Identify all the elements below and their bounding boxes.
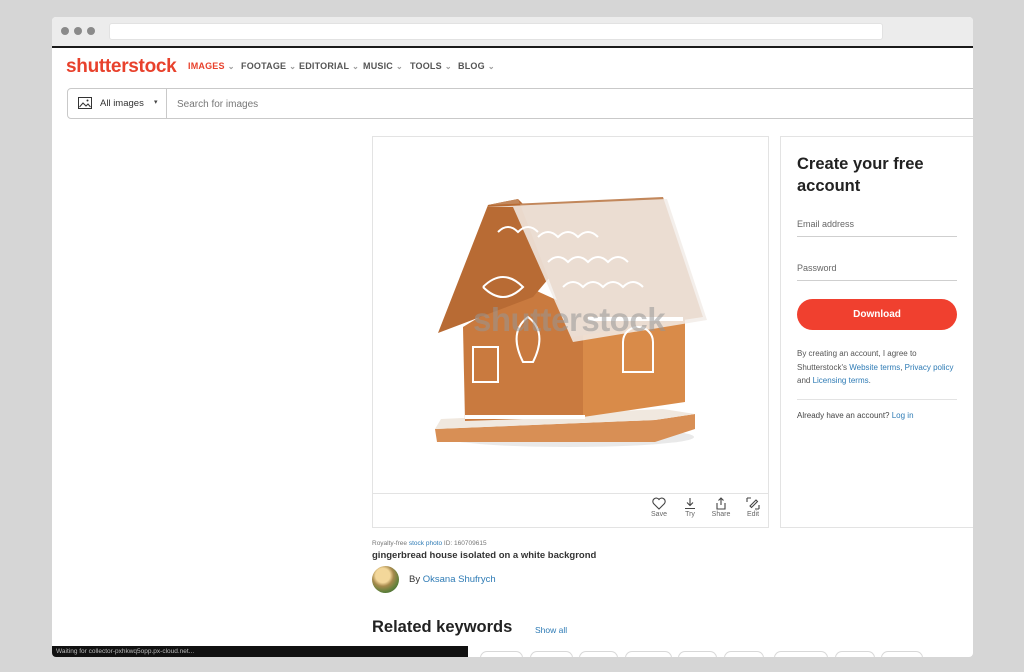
chevron-down-icon: ⌄	[352, 62, 360, 71]
try-label: Try	[685, 511, 695, 518]
search-bar: All images ▾	[67, 88, 973, 119]
show-all-link[interactable]: Show all	[535, 625, 567, 635]
save-button[interactable]: Save	[644, 497, 674, 518]
keyword-chip[interactable]	[724, 651, 764, 657]
image-meta: Royalty-free stock photo ID: 160709615	[372, 540, 487, 547]
share-label: Share	[711, 511, 731, 518]
divider	[797, 399, 957, 400]
signup-panel: Create your free account Email address P…	[780, 136, 973, 528]
author-link[interactable]: Oksana Shufrych	[423, 574, 496, 585]
window-control-maximize[interactable]	[87, 27, 95, 35]
keyword-chip[interactable]	[530, 651, 573, 657]
nav-music[interactable]: MUSIC ⌄	[363, 61, 403, 71]
nav-tools[interactable]: TOOLS ⌄	[410, 61, 452, 71]
login-prompt: Already have an account? Log in	[797, 411, 914, 420]
shutterstock-logo[interactable]: shutterstock	[66, 56, 177, 78]
nav-editorial[interactable]: EDITORIAL ⌄	[299, 61, 359, 71]
keyword-chip[interactable]	[881, 651, 923, 657]
download-button[interactable]: Download	[797, 299, 957, 330]
watermark: shutterstock	[473, 301, 666, 338]
related-keywords-heading: Related keywords	[372, 618, 513, 636]
caret-down-icon: ▾	[154, 98, 158, 106]
browser-window: shutterstock IMAGES ⌄ FOOTAGE ⌄ EDITORIAL ⌄…	[52, 17, 973, 657]
login-link[interactable]: Log in	[892, 411, 914, 420]
signup-title: Create your free account	[797, 155, 924, 195]
search-type-label: All images	[100, 98, 144, 109]
image-preview: shutterstock Save Try Share Edit	[372, 136, 769, 528]
chevron-down-icon: ⌄	[487, 62, 495, 71]
chevron-down-icon: ⌄	[444, 62, 452, 71]
nav-footage[interactable]: FOOTAGE ⌄	[241, 61, 296, 71]
chevron-down-icon: ⌄	[227, 62, 235, 71]
nav-blog[interactable]: BLOG ⌄	[458, 61, 495, 71]
terms-text: By creating an account, I agree to Shutt…	[797, 349, 954, 385]
keyword-chip[interactable]	[579, 651, 618, 657]
keyword-chip[interactable]	[625, 651, 672, 657]
try-button[interactable]: Try	[675, 497, 705, 518]
keyword-chip[interactable]	[480, 651, 523, 657]
nav-images[interactable]: IMAGES ⌄	[188, 61, 235, 71]
image-action-bar: Save Try Share Edit	[373, 493, 768, 527]
licensing-terms-link[interactable]: Licensing terms	[813, 376, 869, 385]
share-button[interactable]: Share	[706, 497, 736, 518]
edit-icon	[746, 497, 760, 510]
avatar[interactable]	[372, 566, 399, 593]
share-icon	[716, 497, 726, 510]
address-bar[interactable]	[109, 23, 883, 40]
chevron-down-icon: ⌄	[289, 62, 297, 71]
top-nav: shutterstock IMAGES ⌄ FOOTAGE ⌄ EDITORIAL ⌄…	[52, 48, 973, 86]
email-field[interactable]: Email address	[797, 219, 957, 237]
edit-button[interactable]: Edit	[738, 497, 768, 518]
image-icon	[78, 97, 92, 109]
browser-chrome	[52, 17, 973, 48]
keyword-chip[interactable]	[678, 651, 717, 657]
edit-label: Edit	[746, 511, 760, 518]
window-control-minimize[interactable]	[74, 27, 82, 35]
save-label: Save	[651, 511, 667, 518]
search-input[interactable]	[175, 95, 879, 114]
website-terms-link[interactable]: Website terms	[849, 363, 900, 372]
keyword-chip[interactable]	[774, 651, 828, 657]
image-title: gingerbread house isolated on a white ba…	[372, 550, 597, 561]
download-icon	[685, 498, 695, 510]
privacy-policy-link[interactable]: Privacy policy	[905, 363, 954, 372]
status-bar: Waiting for collector-pxhkwq5opp.px-clou…	[52, 646, 468, 657]
password-field[interactable]: Password	[797, 263, 957, 281]
heart-icon	[652, 497, 666, 510]
keyword-chip[interactable]	[835, 651, 875, 657]
chevron-down-icon: ⌄	[396, 62, 403, 71]
stock-photo-link[interactable]: stock photo	[409, 540, 442, 547]
search-type-dropdown[interactable]: All images ▾	[68, 89, 167, 118]
window-control-close[interactable]	[61, 27, 69, 35]
